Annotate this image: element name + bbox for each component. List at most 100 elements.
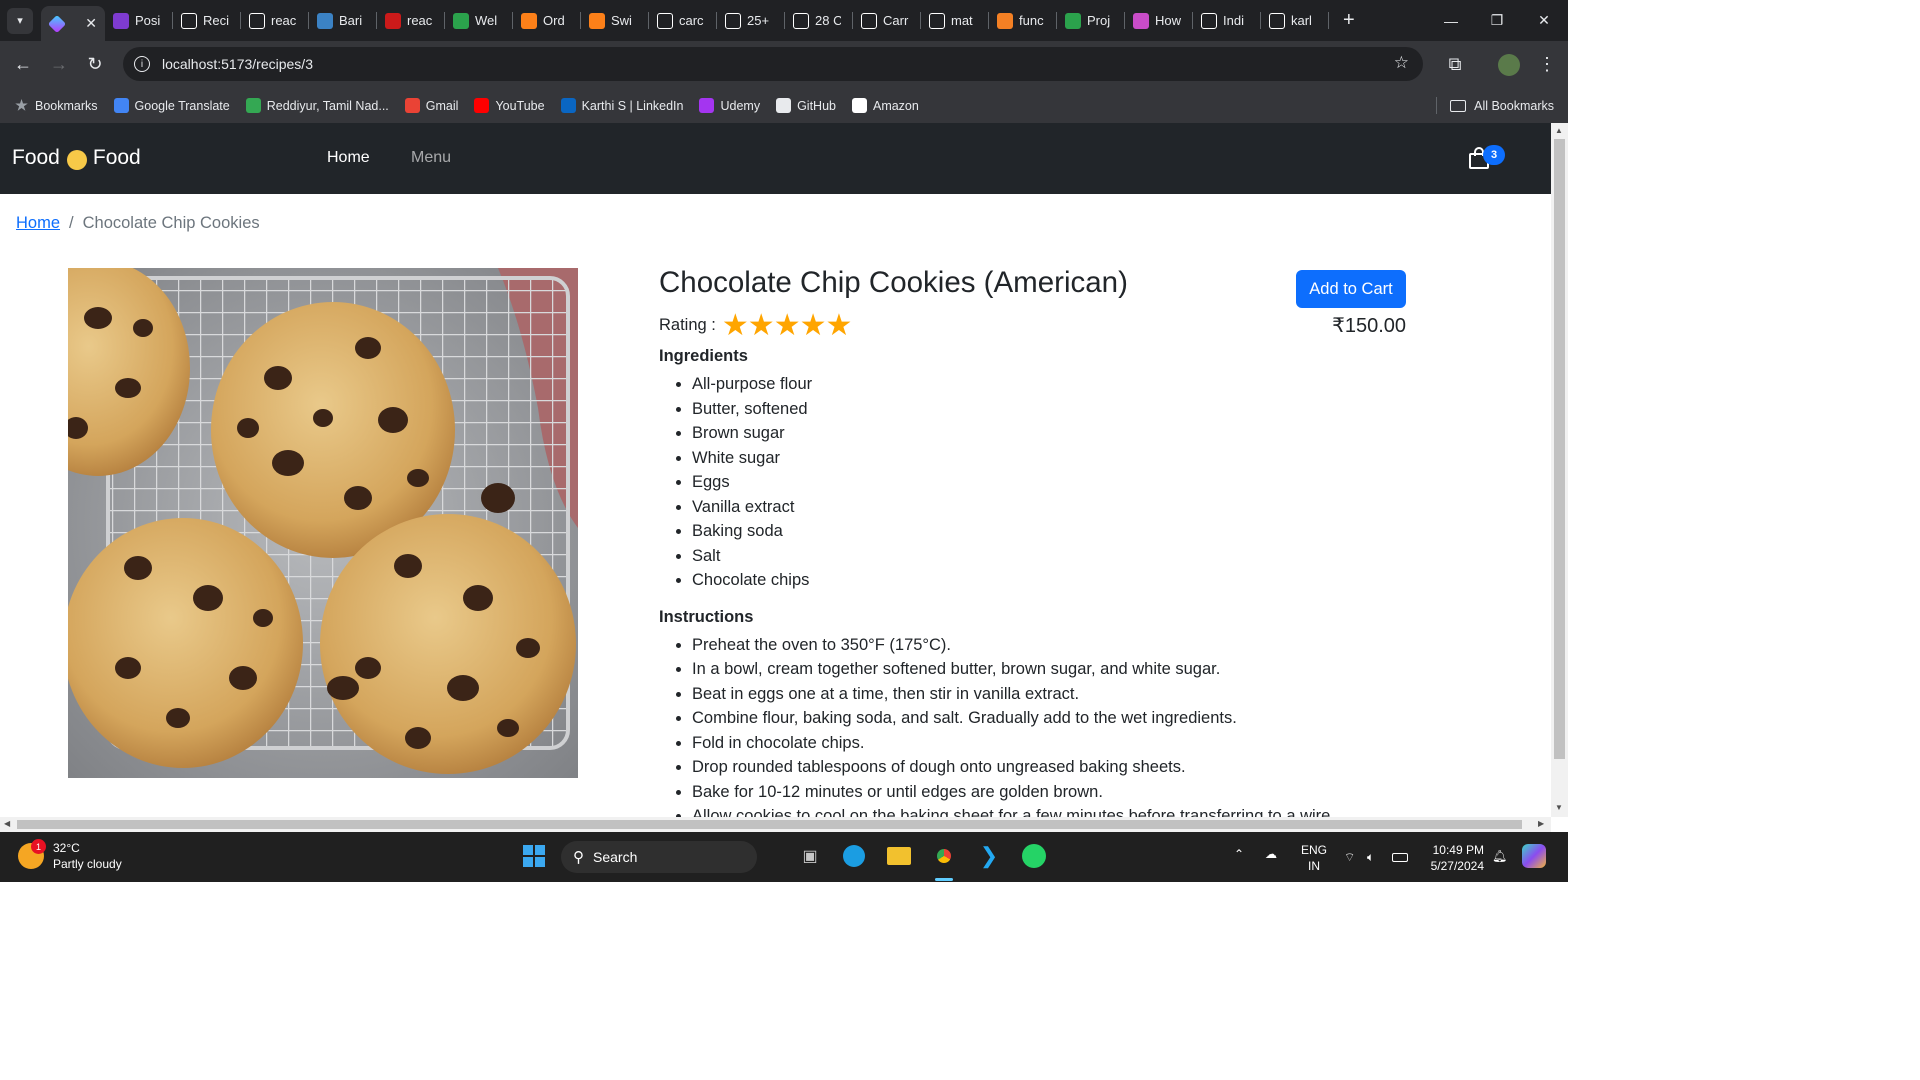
instruction-step: Beat in eggs one at a time, then stir in… xyxy=(692,682,1359,707)
close-window-button[interactable]: ✕ xyxy=(1521,0,1567,41)
nav-link-menu[interactable]: Menu xyxy=(411,149,451,167)
tab[interactable]: Posi xyxy=(105,0,173,41)
tab[interactable]: Bari xyxy=(309,0,377,41)
profile-avatar[interactable] xyxy=(1498,54,1520,76)
bookmark-favicon-icon xyxy=(404,98,420,113)
tab[interactable]: Reci xyxy=(173,0,241,41)
instruction-step: Preheat the oven to 350°F (175°C). xyxy=(692,633,1359,658)
cookies-photo xyxy=(68,268,578,778)
tab[interactable]: func xyxy=(989,0,1057,41)
taskbar-search-box[interactable]: ⚲ Search xyxy=(561,841,757,873)
brand-logo[interactable]: Food Food xyxy=(12,146,141,170)
wifi-icon[interactable]: ⌔ xyxy=(1344,849,1355,865)
whatsapp-icon[interactable] xyxy=(1021,843,1047,869)
instruction-step: Fold in chocolate chips. xyxy=(692,731,1359,756)
copilot-icon[interactable] xyxy=(1522,844,1546,872)
weather-widget[interactable]: 1 32°C Partly cloudy xyxy=(18,839,122,872)
ingredient-item: All-purpose flour xyxy=(692,372,1359,397)
tab[interactable]: How xyxy=(1125,0,1193,41)
tab-title: Swi xyxy=(611,13,632,28)
language-indicator[interactable]: ENG IN xyxy=(1300,842,1328,874)
horizontal-scroll-thumb[interactable] xyxy=(17,820,1522,829)
tab[interactable]: 28 C xyxy=(785,0,853,41)
minimize-button[interactable]: — xyxy=(1428,0,1474,41)
breadcrumb-current: Chocolate Chip Cookies xyxy=(82,214,260,232)
vertical-scroll-thumb[interactable] xyxy=(1554,139,1565,759)
brand-text-right: Food xyxy=(92,146,141,169)
bookmark-item[interactable]: Amazon xyxy=(851,98,919,113)
bookmark-item[interactable]: Karthi S | LinkedIn xyxy=(560,98,684,113)
tab[interactable]: reac xyxy=(377,0,445,41)
site-info-icon[interactable]: i xyxy=(134,56,150,72)
scroll-right-arrow-icon[interactable]: ▶ xyxy=(1538,819,1544,828)
url-text: localhost:5173/recipes/3 xyxy=(162,56,313,72)
vscode-icon[interactable]: ❯ xyxy=(976,843,1002,869)
tab[interactable]: 25+ xyxy=(717,0,785,41)
taskbar-search-label: Search xyxy=(593,849,638,865)
bookmark-item[interactable]: Reddiyur, Tamil Nad... xyxy=(245,98,389,113)
bookmark-label: Karthi S | LinkedIn xyxy=(581,98,684,113)
vertical-scrollbar[interactable]: ▲ ▼ xyxy=(1551,123,1568,817)
reload-button[interactable]: ↻ xyxy=(77,47,113,83)
tab-search-button[interactable]: ▾ xyxy=(7,7,33,34)
tab[interactable]: Swi xyxy=(581,0,649,41)
breadcrumb-home-link[interactable]: Home xyxy=(16,214,60,232)
edge-browser-icon[interactable] xyxy=(841,843,867,869)
onedrive-cloud-icon[interactable]: ☁ xyxy=(1265,846,1277,862)
restore-button[interactable]: ❐ xyxy=(1474,0,1520,41)
bookmark-item[interactable]: Udemy xyxy=(699,98,760,113)
tab[interactable]: Indi xyxy=(1193,0,1261,41)
scroll-left-arrow-icon[interactable]: ◀ xyxy=(4,819,10,828)
notification-bell-icon[interactable]: 🔔︎ xyxy=(1492,848,1507,864)
back-arrow-icon: ← xyxy=(14,54,32,74)
scroll-down-arrow-icon[interactable]: ▼ xyxy=(1555,803,1563,812)
tab-close-icon[interactable]: ✕ xyxy=(85,15,97,32)
bookmark-item[interactable]: Gmail xyxy=(404,98,458,113)
bookmark-item[interactable]: Google Translate xyxy=(113,98,230,113)
tab[interactable]: mat xyxy=(921,0,989,41)
tab[interactable]: karl xyxy=(1261,0,1329,41)
recipe-price: ₹150.00 xyxy=(1332,315,1406,337)
bookmark-item[interactable]: YouTube xyxy=(474,98,545,113)
system-clock[interactable]: 10:49 PM 5/27/2024 xyxy=(1420,842,1484,874)
tab[interactable]: reac xyxy=(241,0,309,41)
tab[interactable]: Ord xyxy=(513,0,581,41)
rating-stars: ★★★★★ xyxy=(722,308,853,343)
tab-list: ✕ Posi Reci reac Bari reac Wel Ord Swi carc 25+ 28 … xyxy=(33,0,1329,41)
bookmark-star-icon[interactable]: ☆ xyxy=(1394,53,1409,73)
tab[interactable]: carc xyxy=(649,0,717,41)
forward-button[interactable]: → xyxy=(41,47,77,83)
horizontal-scrollbar[interactable]: ◀ ▶ xyxy=(0,817,1551,832)
extensions-icon[interactable]: ⧉ xyxy=(1437,46,1473,82)
address-bar[interactable]: i localhost:5173/recipes/3 ☆ xyxy=(123,47,1423,81)
tab[interactable]: Wel xyxy=(445,0,513,41)
scroll-up-arrow-icon[interactable]: ▲ xyxy=(1555,126,1563,135)
volume-icon[interactable]: 🔈︎ xyxy=(1367,849,1374,865)
weather-condition: Partly cloudy xyxy=(53,857,122,871)
new-tab-button[interactable]: + xyxy=(1343,9,1355,32)
bookmark-item[interactable]: GitHub xyxy=(776,98,836,113)
tray-chevron-icon[interactable]: ⌃ xyxy=(1234,846,1244,862)
all-bookmarks-button[interactable]: All Bookmarks xyxy=(1450,88,1554,123)
tab[interactable]: Carr xyxy=(853,0,921,41)
windows-start-icon[interactable] xyxy=(521,843,547,869)
tab-title: carc xyxy=(679,13,704,28)
battery-icon[interactable] xyxy=(1392,850,1408,866)
task-view-icon[interactable]: ▣ xyxy=(797,843,823,869)
tab[interactable]: Proj xyxy=(1057,0,1125,41)
chrome-taskbar-icon[interactable] xyxy=(931,843,957,869)
bookmark-favicon-icon: ★ xyxy=(15,97,28,113)
instructions-list: Preheat the oven to 350°F (175°C).In a b… xyxy=(692,633,1359,818)
file-explorer-icon[interactable] xyxy=(886,843,912,869)
bookmark-label: Udemy xyxy=(720,98,761,113)
bookmark-item[interactable]: ★ Bookmarks xyxy=(14,97,97,113)
add-to-cart-button[interactable]: Add to Cart xyxy=(1296,270,1406,308)
nav-link-home[interactable]: Home xyxy=(327,149,370,167)
clock-time: 10:49 PM xyxy=(1432,843,1484,857)
browser-menu-icon[interactable]: ⋮ xyxy=(1529,46,1565,82)
site-navbar: Food Food Home Menu 3 xyxy=(0,123,1551,194)
tab-active[interactable]: ✕ xyxy=(41,6,105,41)
tab-favicon-icon xyxy=(47,14,67,33)
back-button[interactable]: ← xyxy=(5,47,41,83)
language-region: IN xyxy=(1308,859,1320,873)
